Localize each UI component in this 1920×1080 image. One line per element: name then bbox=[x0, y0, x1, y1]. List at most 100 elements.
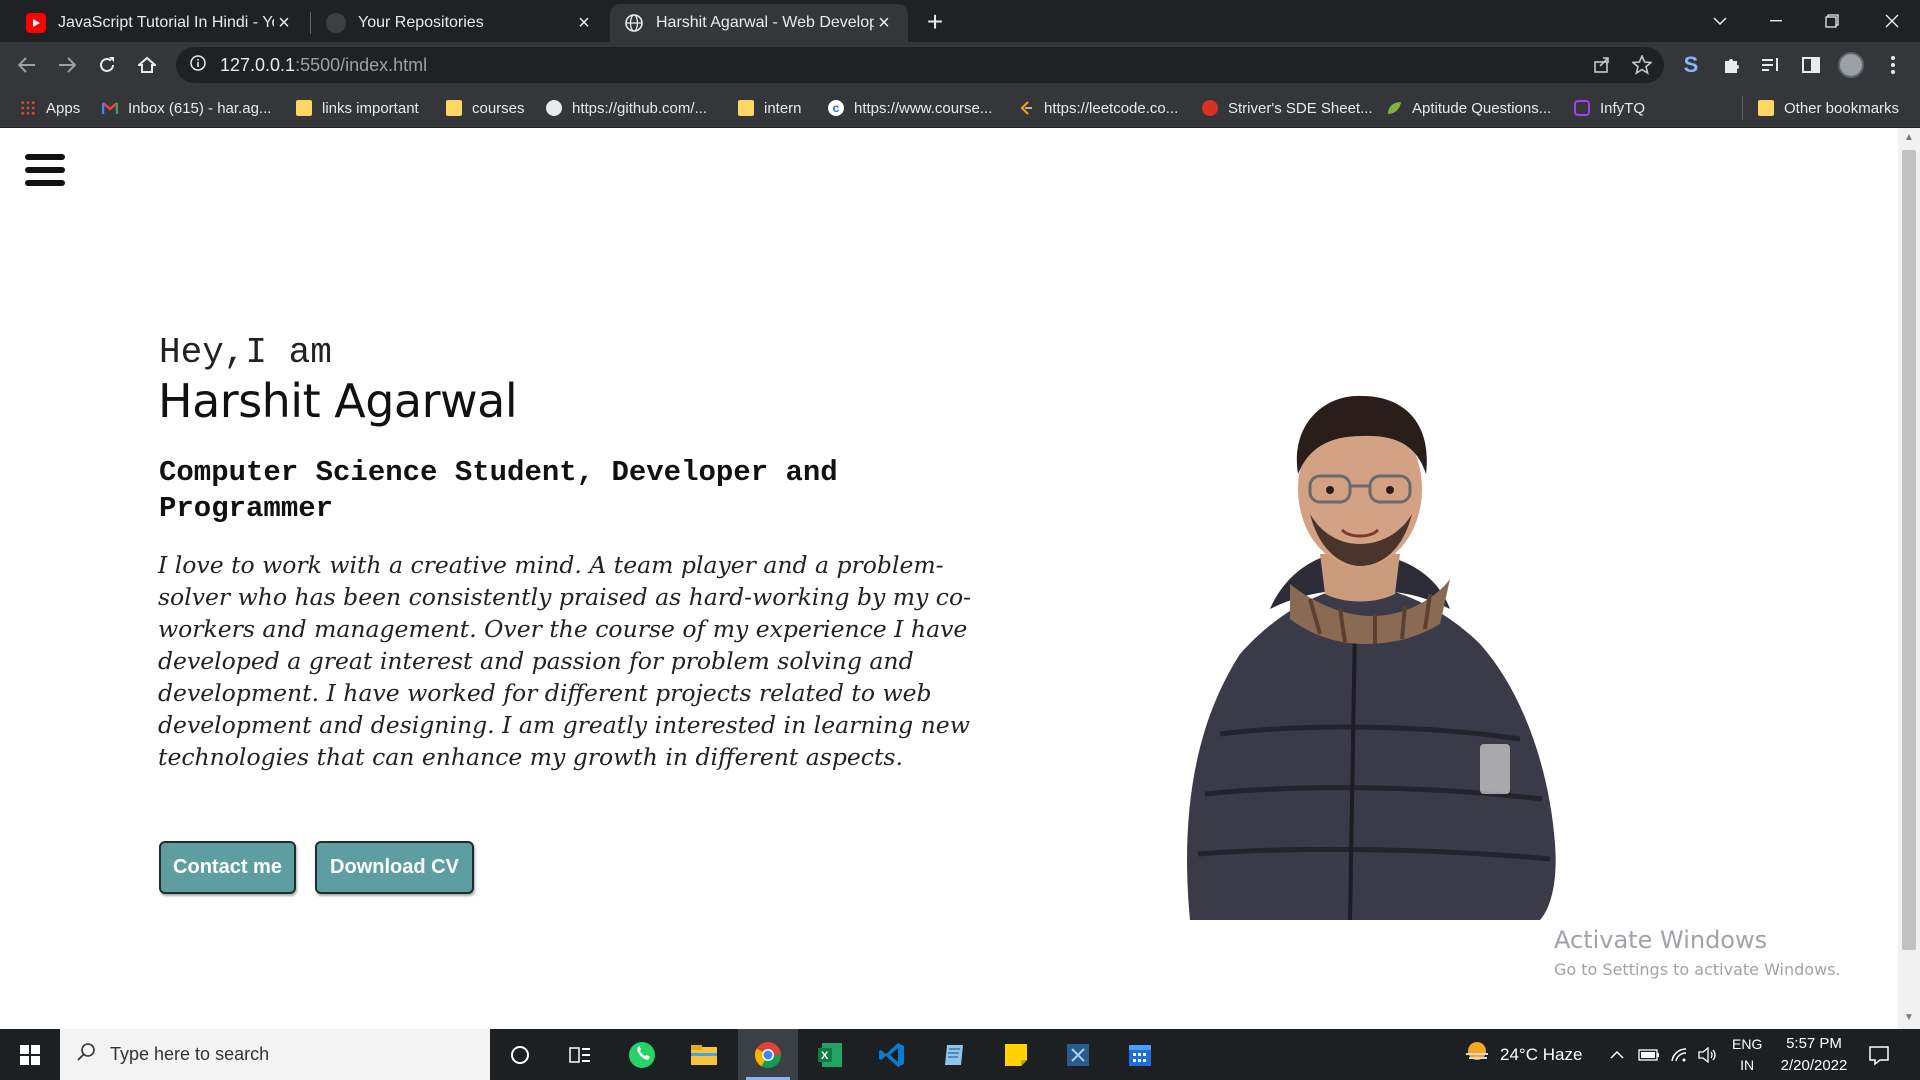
bookmark-label: intern bbox=[764, 99, 802, 117]
info-icon[interactable] bbox=[190, 54, 206, 76]
extensions-puzzle-icon[interactable] bbox=[1714, 48, 1748, 82]
restore-icon[interactable] bbox=[1804, 0, 1860, 42]
bookmark-coursera[interactable]: c https://www.course... bbox=[828, 96, 992, 120]
windows-start-icon[interactable] bbox=[0, 1029, 60, 1080]
bookmark-star-icon[interactable] bbox=[1624, 47, 1660, 83]
portfolio-page: Hey,I am Harshit Agarwal Computer Scienc… bbox=[0, 128, 1898, 1029]
tab-title: JavaScript Tutorial In Hindi - YouTube bbox=[58, 14, 274, 31]
close-icon[interactable]: × bbox=[274, 12, 294, 35]
forward-icon[interactable] bbox=[50, 48, 84, 82]
search-placeholder: Type here to search bbox=[110, 1044, 270, 1064]
clock-date: 2/20/2022 bbox=[1780, 1057, 1848, 1074]
profile-avatar[interactable] bbox=[1834, 48, 1868, 82]
menu-kebab-icon[interactable] bbox=[1876, 48, 1910, 82]
gmail-icon bbox=[101, 100, 119, 116]
leetcode-icon bbox=[1018, 100, 1034, 116]
file-explorer-icon[interactable] bbox=[674, 1029, 734, 1080]
home-icon[interactable] bbox=[130, 48, 164, 82]
bookmark-courses[interactable]: courses bbox=[446, 96, 525, 120]
page-scrollbar[interactable]: ▲ ▼ bbox=[1898, 128, 1920, 1029]
tab-youtube[interactable]: JavaScript Tutorial In Hindi - YouTube × bbox=[12, 4, 308, 42]
bookmark-label: Apps bbox=[46, 99, 81, 117]
extension-s-icon[interactable]: S bbox=[1674, 48, 1708, 82]
tuf-icon bbox=[1202, 100, 1218, 116]
vscode-icon[interactable] bbox=[862, 1029, 922, 1080]
contact-me-button[interactable]: Contact me bbox=[159, 841, 296, 894]
cortana-icon[interactable] bbox=[490, 1029, 550, 1080]
close-window-icon[interactable] bbox=[1864, 0, 1920, 42]
chrome-taskbar-icon[interactable] bbox=[738, 1029, 798, 1080]
minimize-icon[interactable] bbox=[1748, 0, 1804, 42]
hero-role: Computer Science Student, Developer and … bbox=[159, 456, 838, 525]
globe-icon bbox=[624, 13, 644, 33]
notifications-icon[interactable] bbox=[1868, 1029, 1890, 1080]
greeting-text: Hey,I am bbox=[159, 332, 332, 373]
windows-activation-watermark: Activate Windows Go to Settings to activ… bbox=[1554, 926, 1841, 979]
bookmark-links-important[interactable]: links important bbox=[296, 96, 419, 120]
excel-icon[interactable]: X bbox=[800, 1029, 860, 1080]
address-bar[interactable]: 127.0.0.1:5500/index.html bbox=[176, 47, 1664, 83]
calendar-app-icon[interactable] bbox=[1110, 1029, 1170, 1080]
url-host: 127.0.0.1 bbox=[220, 54, 296, 75]
apps-grid-icon bbox=[20, 100, 36, 116]
new-tab-button[interactable]: + bbox=[918, 6, 952, 40]
bookmark-intern[interactable]: intern bbox=[738, 96, 802, 120]
sticky-notes-icon[interactable] bbox=[986, 1029, 1046, 1080]
bookmark-label: Striver's SDE Sheet... bbox=[1228, 99, 1373, 117]
share-icon[interactable] bbox=[1584, 47, 1620, 83]
scroll-down-arrow-icon[interactable]: ▼ bbox=[1903, 1012, 1915, 1023]
task-view-icon[interactable] bbox=[550, 1029, 610, 1080]
tab-search-chevron-icon[interactable] bbox=[1692, 0, 1748, 42]
scrollbar-thumb[interactable] bbox=[1902, 150, 1916, 950]
clock-time: 5:57 PM bbox=[1786, 1035, 1842, 1052]
close-icon[interactable]: × bbox=[574, 12, 594, 35]
side-panel-icon[interactable] bbox=[1794, 48, 1828, 82]
tab-portfolio[interactable]: Harshit Agarwal - Web Developer × bbox=[610, 4, 908, 42]
folder-icon bbox=[296, 100, 312, 116]
battery-icon[interactable] bbox=[1638, 1029, 1660, 1080]
bookmarks-divider bbox=[1742, 96, 1743, 120]
hero-name: Harshit Agarwal bbox=[158, 374, 518, 428]
watermark-subtitle: Go to Settings to activate Windows. bbox=[1554, 960, 1841, 979]
bookmark-label: Other bookmarks bbox=[1784, 99, 1900, 117]
volume-icon[interactable] bbox=[1698, 1029, 1718, 1080]
folder-icon bbox=[1758, 100, 1774, 116]
language-code: ENG bbox=[1732, 1035, 1763, 1052]
svg-text:X: X bbox=[821, 1050, 829, 1062]
watermark-title: Activate Windows bbox=[1554, 926, 1768, 954]
bookmarks-bar: Apps Inbox (615) - har.ag... links impor… bbox=[0, 88, 1920, 128]
snip-tool-icon[interactable] bbox=[1048, 1029, 1108, 1080]
bookmark-other[interactable]: Other bookmarks bbox=[1758, 96, 1899, 120]
reading-list-icon[interactable] bbox=[1754, 48, 1788, 82]
download-cv-button[interactable]: Download CV bbox=[315, 841, 474, 894]
windows-taskbar: Type here to search X 24°C Haze ENG IN 5… bbox=[0, 1029, 1920, 1080]
bookmark-gmail[interactable]: Inbox (615) - har.ag... bbox=[101, 96, 271, 120]
weather-widget[interactable]: 24°C Haze bbox=[1464, 1029, 1582, 1080]
wifi-icon[interactable] bbox=[1670, 1029, 1688, 1080]
bookmark-github[interactable]: https://github.com/... bbox=[546, 96, 707, 120]
scroll-up-arrow-icon[interactable]: ▲ bbox=[1903, 132, 1915, 143]
whatsapp-icon[interactable] bbox=[612, 1029, 672, 1080]
language-indicator[interactable]: ENG IN bbox=[1732, 1029, 1762, 1080]
tab-repositories[interactable]: Your Repositories × bbox=[312, 4, 608, 42]
notepad-icon[interactable] bbox=[924, 1029, 984, 1080]
close-icon[interactable]: × bbox=[874, 12, 894, 35]
tab-title: Harshit Agarwal - Web Developer bbox=[656, 14, 874, 31]
reload-icon[interactable] bbox=[90, 48, 124, 82]
leaf-icon bbox=[1386, 100, 1402, 116]
tab-title: Your Repositories bbox=[358, 14, 484, 31]
back-icon[interactable] bbox=[10, 48, 44, 82]
hamburger-menu-icon[interactable] bbox=[25, 154, 65, 188]
bookmark-leetcode[interactable]: https://leetcode.co... bbox=[1018, 96, 1178, 120]
bookmark-apps[interactable]: Apps bbox=[20, 96, 80, 120]
taskbar-clock[interactable]: 5:57 PM 2/20/2022 bbox=[1764, 1033, 1864, 1077]
hero-bio: I love to work with a creative mind. A t… bbox=[158, 551, 972, 771]
github-icon bbox=[546, 100, 562, 116]
bookmark-aptitude[interactable]: Aptitude Questions... bbox=[1386, 96, 1551, 120]
browser-toolbar: 127.0.0.1:5500/index.html S bbox=[0, 42, 1920, 88]
bookmark-infytq[interactable]: InfyTQ bbox=[1574, 96, 1645, 120]
show-hidden-icons-chevron-icon[interactable] bbox=[1610, 1029, 1624, 1080]
search-icon bbox=[76, 1042, 96, 1067]
taskbar-search-box[interactable]: Type here to search bbox=[60, 1029, 490, 1080]
bookmark-striver[interactable]: Striver's SDE Sheet... bbox=[1202, 96, 1373, 120]
